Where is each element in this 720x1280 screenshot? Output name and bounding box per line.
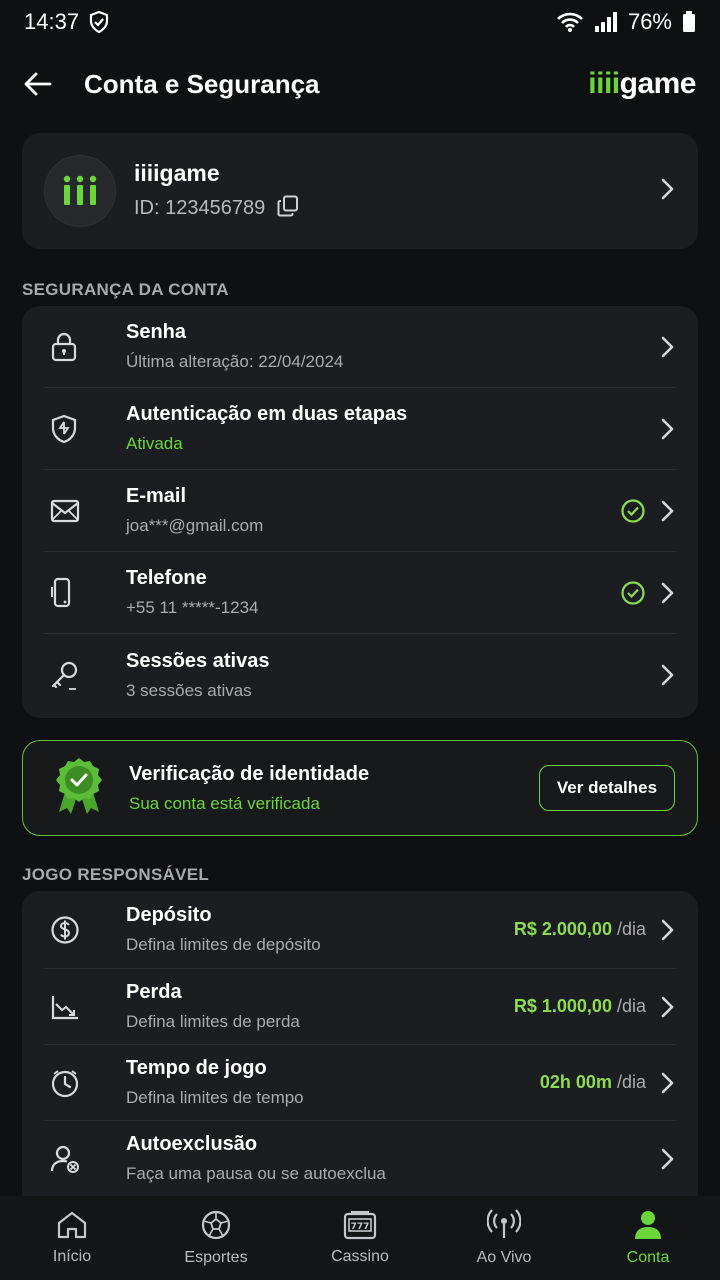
item-subtitle: Defina limites de perda — [126, 1012, 300, 1031]
section-label-responsible: JOGO RESPONSÁVEL — [22, 865, 210, 884]
key-icon — [44, 660, 90, 690]
nav-item-live[interactable]: Ao Vivo — [434, 1209, 574, 1267]
broadcast-icon — [487, 1209, 521, 1238]
nav-label: Esportes — [184, 1249, 248, 1266]
chevron-right-icon — [661, 582, 674, 603]
svg-text:777: 777 — [351, 1222, 370, 1232]
nav-item-home[interactable]: Início — [2, 1210, 142, 1266]
app-header: Conta e Segurança iiiigame — [0, 52, 720, 116]
chevron-right-icon — [661, 1072, 674, 1093]
list-item-two-factor[interactable]: Autenticação em duas etapas Ativada — [44, 388, 676, 470]
chevron-right-icon — [661, 1148, 674, 1169]
signal-icon — [594, 11, 618, 33]
verified-badge-icon — [53, 756, 105, 821]
chevron-right-icon — [661, 500, 674, 521]
item-subtitle: Última alteração: 22/04/2024 — [126, 352, 344, 371]
profile-id: ID: 123456789 — [134, 197, 266, 219]
check-circle-icon — [621, 498, 645, 523]
nav-item-sports[interactable]: Esportes — [146, 1209, 286, 1267]
list-item-deposit[interactable]: Depósito Defina limites de depósito R$ 2… — [44, 891, 676, 969]
list-item-loss[interactable]: Perda Defina limites de perda R$ 1.000,0… — [44, 969, 676, 1045]
avatar — [44, 155, 116, 227]
item-title: Perda — [126, 981, 182, 1003]
brand-mark-icon — [63, 175, 97, 205]
shield-status-icon — [89, 11, 109, 33]
ball-icon — [201, 1210, 231, 1240]
item-subtitle: Faça uma pausa ou se autoexclua — [126, 1164, 386, 1183]
limit-value: 02h 00m /dia — [539, 1072, 646, 1092]
chevron-right-icon — [660, 177, 676, 206]
nav-item-casino[interactable]: 777 Cassino — [290, 1210, 430, 1266]
security-list: Senha Última alteração: 22/04/2024 Auten… — [22, 306, 698, 718]
user-block-icon — [44, 1144, 90, 1174]
list-item-phone[interactable]: Telefone +55 11 *****-1234 — [44, 552, 676, 634]
status-bar: 14:37 76% — [0, 0, 720, 44]
list-item-self-exclusion[interactable]: Autoexclusão Faça uma pausa ou se autoex… — [44, 1121, 676, 1196]
nav-label: Conta — [626, 1249, 670, 1266]
list-item-sessions[interactable]: Sessões ativas 3 sessões ativas — [44, 634, 676, 716]
item-title: Sessões ativas — [126, 649, 270, 672]
dollar-icon — [44, 915, 90, 945]
bottom-nav: Início Esportes 777 Cassino Ao Vivo Cont… — [0, 1196, 720, 1280]
verification-title: Verificação de identidade — [129, 762, 370, 785]
item-subtitle: Defina limites de tempo — [126, 1088, 304, 1107]
item-title: Autenticação em duas etapas — [126, 403, 408, 425]
item-title: Senha — [126, 321, 187, 343]
item-subtitle: 3 sessões ativas — [126, 680, 252, 700]
check-circle-icon — [621, 580, 645, 605]
chevron-right-icon — [661, 336, 674, 357]
identity-verification-card: Verificação de identidade Sua conta está… — [22, 740, 698, 836]
item-subtitle: joa***@gmail.com — [126, 516, 264, 535]
list-item-email[interactable]: E-mail joa***@gmail.com — [44, 470, 676, 552]
item-title: Autoexclusão — [126, 1133, 258, 1155]
item-title: Telefone — [126, 567, 207, 589]
status-time: 14:37 — [24, 9, 80, 34]
wifi-icon — [556, 11, 584, 33]
copy-icon[interactable] — [277, 195, 299, 223]
view-details-button[interactable]: Ver detalhes — [539, 765, 675, 811]
list-item-playtime[interactable]: Tempo de jogo Defina limites de tempo 02… — [44, 1045, 676, 1121]
slot-icon: 777 — [343, 1211, 377, 1240]
profile-name: iiiigame — [134, 159, 220, 186]
home-icon — [57, 1211, 87, 1239]
chart-down-icon — [44, 993, 90, 1021]
item-title: Tempo de jogo — [126, 1057, 267, 1079]
shield-icon — [44, 414, 90, 444]
verification-status: Sua conta está verificada — [129, 793, 320, 813]
limit-value: R$ 2.000,00 /dia — [513, 919, 646, 939]
profile-card[interactable]: iiiigame ID: 123456789 — [22, 133, 698, 249]
list-item-password[interactable]: Senha Última alteração: 22/04/2024 — [44, 306, 676, 388]
item-subtitle: +55 11 *****-1234 — [126, 598, 259, 617]
nav-label: Cassino — [331, 1248, 389, 1265]
limit-value: R$ 1.000,00 /dia — [513, 996, 646, 1016]
clock-icon — [44, 1068, 90, 1098]
battery-icon — [682, 11, 696, 33]
nav-label: Ao Vivo — [476, 1249, 532, 1266]
arrow-left-icon — [24, 72, 52, 96]
battery-percent: 76% — [627, 9, 672, 34]
responsible-list: Depósito Defina limites de depósito R$ 2… — [22, 891, 698, 1196]
item-title: E-mail — [126, 485, 187, 507]
user-icon — [635, 1211, 661, 1239]
chevron-right-icon — [661, 996, 674, 1017]
chevron-right-icon — [661, 418, 674, 439]
brand-logo: iiiigame — [588, 67, 696, 100]
nav-item-account[interactable]: Conta — [578, 1209, 718, 1267]
phone-icon — [44, 577, 90, 609]
section-label-security: SEGURANÇA DA CONTA — [22, 280, 229, 299]
item-title: Depósito — [126, 904, 212, 926]
chevron-right-icon — [661, 664, 674, 686]
back-button[interactable] — [24, 60, 72, 108]
item-subtitle: Defina limites de depósito — [126, 935, 321, 954]
chevron-right-icon — [661, 919, 674, 940]
page-title: Conta e Segurança — [84, 68, 320, 99]
mail-icon — [44, 499, 90, 523]
nav-label: Início — [52, 1248, 92, 1265]
item-status: Ativada — [126, 434, 183, 453]
lock-icon — [44, 332, 90, 362]
